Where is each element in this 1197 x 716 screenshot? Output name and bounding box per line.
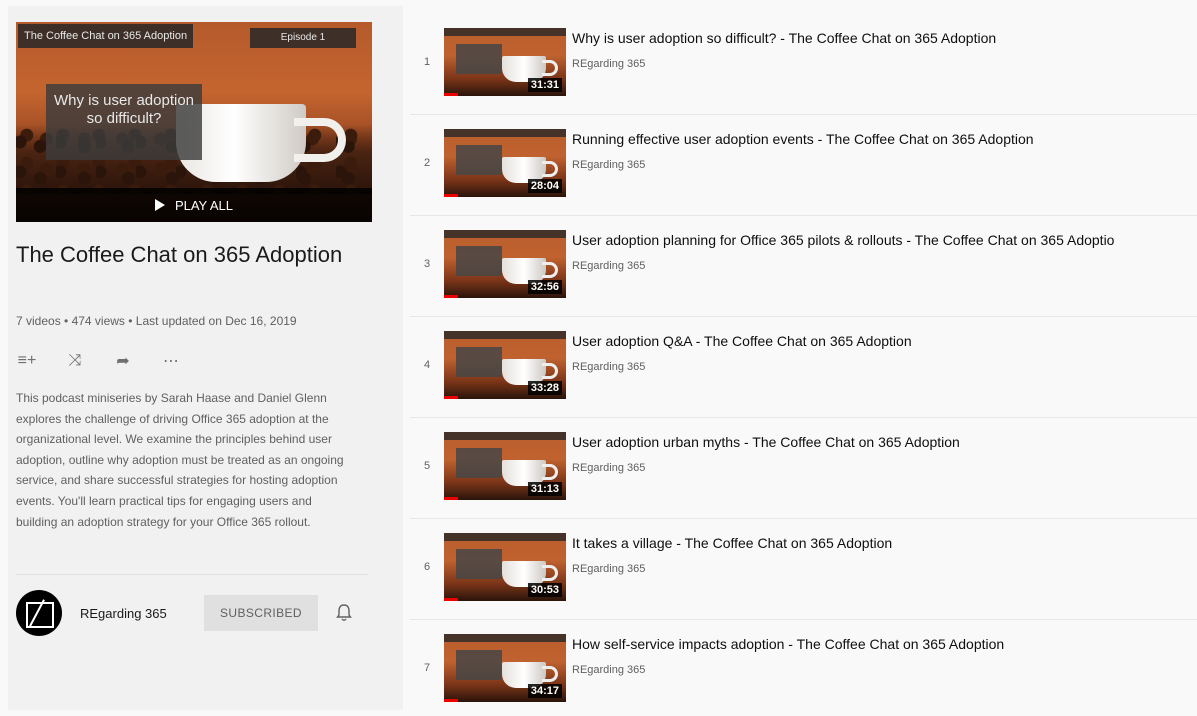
more-icon[interactable]: ⋯: [160, 350, 182, 372]
playlist-video-row[interactable]: 5 31:13 User adoption urban myths - The …: [410, 418, 1197, 519]
thumb-bar: [444, 432, 566, 440]
play-all-label: PLAY ALL: [174, 197, 234, 213]
thumb-text-box: [456, 44, 502, 74]
video-channel[interactable]: REgarding 365: [572, 361, 645, 373]
thumb-text-box: [456, 650, 502, 680]
playlist-video-row[interactable]: 1 31:31 Why is user adoption so difficul…: [410, 14, 1197, 115]
thumb-text-box: [456, 145, 502, 175]
playlist-owner: REgarding 365 SUBSCRIBED: [16, 590, 368, 636]
video-channel[interactable]: REgarding 365: [572, 563, 645, 575]
playlist-stats: 7 videos • 474 views • Last updated on D…: [16, 314, 297, 328]
video-thumbnail[interactable]: 33:28: [444, 331, 566, 399]
video-channel[interactable]: REgarding 365: [572, 58, 645, 70]
thumb-handle: [542, 565, 558, 581]
thumbnail-overlay-text: Why is user adoption so difficult?: [46, 84, 202, 160]
video-duration: 30:53: [527, 583, 562, 597]
thumb-bar: [444, 331, 566, 339]
video-index: 1: [423, 56, 431, 68]
thumb-handle: [542, 161, 558, 177]
watch-progress: [444, 194, 458, 197]
bell-icon-glyph: [336, 604, 352, 621]
video-thumbnail[interactable]: 28:04: [444, 129, 566, 197]
playlist-actions: ≡+ ⤨ ➦ ⋯: [16, 350, 182, 372]
playlist-video-row[interactable]: 2 28:04 Running effective user adoption …: [410, 115, 1197, 216]
playlist-video-list: 1 31:31 Why is user adoption so difficul…: [410, 14, 1197, 716]
thumb-bar: [444, 28, 566, 36]
video-title[interactable]: User adoption Q&A - The Coffee Chat on 3…: [572, 333, 1192, 349]
watch-progress: [444, 497, 458, 500]
playlist-video-row[interactable]: 3 32:56 User adoption planning for Offic…: [410, 216, 1197, 317]
video-channel[interactable]: REgarding 365: [572, 260, 645, 272]
thumbnail-episode-tag: Episode 1: [250, 28, 356, 48]
video-index: 7: [423, 662, 431, 674]
thumb-handle: [542, 262, 558, 278]
video-index: 5: [423, 460, 431, 472]
video-duration: 32:56: [527, 280, 562, 294]
thumb-handle: [542, 464, 558, 480]
divider: [16, 574, 368, 575]
video-index: 6: [423, 561, 431, 573]
video-title[interactable]: Why is user adoption so difficult? - The…: [572, 30, 1192, 46]
video-channel[interactable]: REgarding 365: [572, 664, 645, 676]
add-to-queue-icon[interactable]: ≡+: [16, 350, 38, 372]
watch-progress: [444, 93, 458, 96]
thumb-bar: [444, 230, 566, 238]
thumb-bar: [444, 634, 566, 642]
video-thumbnail[interactable]: 34:17: [444, 634, 566, 702]
thumb-text-box: [456, 246, 502, 276]
play-icon: [154, 199, 165, 211]
thumb-text-box: [456, 448, 502, 478]
watch-progress: [444, 396, 458, 399]
watch-progress: [444, 295, 458, 298]
thumbnail-series-tag: The Coffee Chat on 365 Adoption: [18, 24, 194, 48]
playlist-title: The Coffee Chat on 365 Adoption: [16, 242, 343, 267]
video-duration: 31:13: [527, 482, 562, 496]
thumb-handle: [542, 666, 558, 682]
coffee-cup-handle: [294, 118, 346, 162]
thumb-text-box: [456, 347, 502, 377]
thumb-text-box: [456, 549, 502, 579]
subscribe-button[interactable]: SUBSCRIBED: [204, 595, 318, 631]
playlist-description: This podcast miniseries by Sarah Haase a…: [16, 391, 344, 529]
thumb-handle: [542, 363, 558, 379]
video-index: 3: [423, 258, 431, 270]
video-title[interactable]: It takes a village - The Coffee Chat on …: [572, 535, 1192, 551]
video-duration: 28:04: [527, 179, 562, 193]
avatar[interactable]: [16, 590, 62, 636]
video-title[interactable]: User adoption urban myths - The Coffee C…: [572, 434, 1192, 450]
video-thumbnail[interactable]: 31:13: [444, 432, 566, 500]
thumb-handle: [542, 60, 558, 76]
bell-icon[interactable]: [330, 599, 358, 627]
thumb-bar: [444, 129, 566, 137]
playlist-video-row[interactable]: 7 34:17 How self-service impacts adoptio…: [410, 620, 1197, 716]
watch-progress: [444, 598, 458, 601]
video-thumbnail[interactable]: 30:53: [444, 533, 566, 601]
video-channel[interactable]: REgarding 365: [572, 462, 645, 474]
video-thumbnail[interactable]: 31:31: [444, 28, 566, 96]
video-index: 4: [423, 359, 431, 371]
video-channel[interactable]: REgarding 365: [572, 159, 645, 171]
channel-name[interactable]: REgarding 365: [80, 606, 190, 621]
share-icon[interactable]: ➦: [112, 350, 134, 372]
video-index: 2: [423, 157, 431, 169]
playlist-thumbnail[interactable]: The Coffee Chat on 365 Adoption Episode …: [16, 22, 372, 222]
video-duration: 34:17: [527, 684, 562, 698]
video-thumbnail[interactable]: 32:56: [444, 230, 566, 298]
play-all-button[interactable]: PLAY ALL: [16, 188, 372, 222]
shuffle-icon[interactable]: ⤨: [64, 350, 86, 372]
video-title[interactable]: User adoption planning for Office 365 pi…: [572, 232, 1192, 248]
video-duration: 33:28: [527, 381, 562, 395]
thumb-bar: [444, 533, 566, 541]
playlist-video-row[interactable]: 6 30:53 It takes a village - The Coffee …: [410, 519, 1197, 620]
video-title[interactable]: How self-service impacts adoption - The …: [572, 636, 1192, 652]
video-duration: 31:31: [527, 78, 562, 92]
video-title[interactable]: Running effective user adoption events -…: [572, 131, 1192, 147]
watch-progress: [444, 699, 458, 702]
playlist-video-row[interactable]: 4 33:28 User adoption Q&A - The Coffee C…: [410, 317, 1197, 418]
